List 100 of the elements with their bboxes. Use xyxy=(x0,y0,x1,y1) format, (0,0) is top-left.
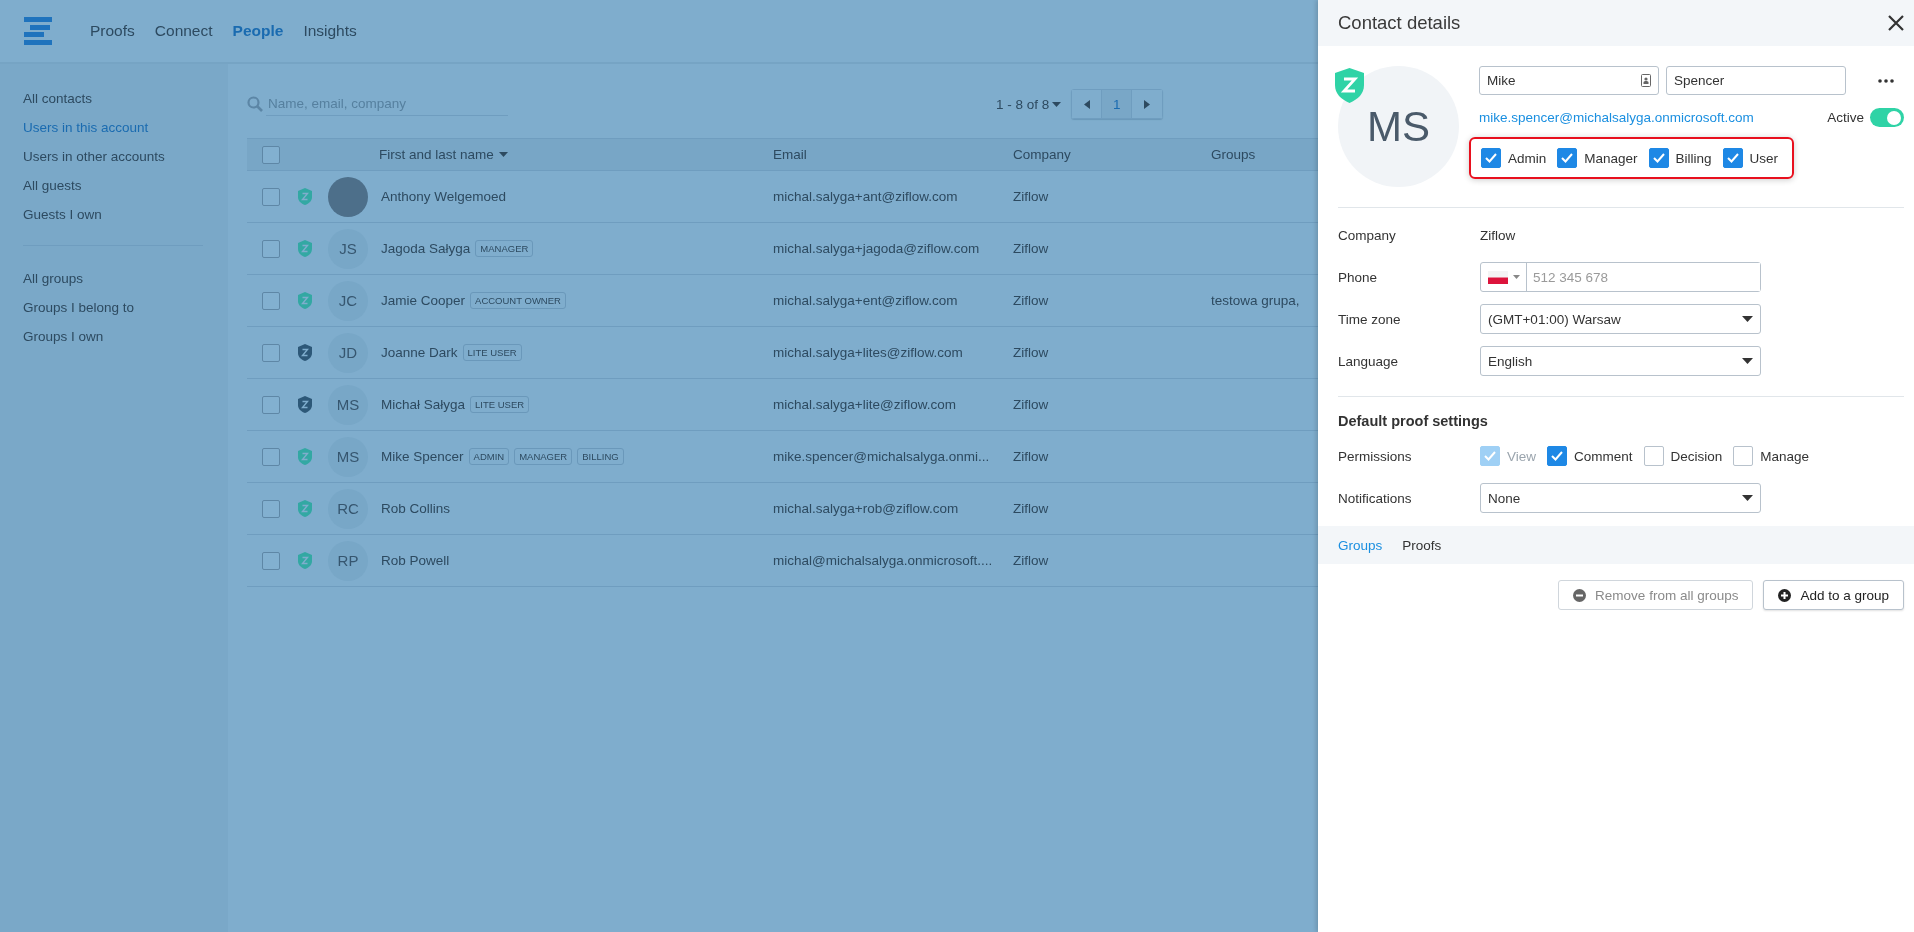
previous-page-button[interactable] xyxy=(1072,90,1103,118)
check-icon xyxy=(1726,153,1739,163)
checkbox[interactable] xyxy=(262,343,280,362)
table-cell-text: michal.salyga+ent@ziflow.com xyxy=(773,293,959,308)
caret-icon xyxy=(1742,495,1753,501)
sidebar-item[interactable]: All contacts xyxy=(23,84,205,113)
table-cell-text: michal@michalsalyga.onmicrosoft.... xyxy=(773,553,994,568)
caret-icon xyxy=(498,152,508,157)
contact-card-icon xyxy=(1641,74,1651,87)
check-icon xyxy=(1551,451,1564,461)
minus-circle-icon xyxy=(1573,588,1587,602)
table-cell-text: Ziflow xyxy=(1013,449,1050,464)
checkbox[interactable] xyxy=(1557,148,1578,168)
column-header[interactable]: Email xyxy=(773,147,1013,162)
checkbox[interactable] xyxy=(1643,446,1664,466)
more-icon[interactable] xyxy=(1878,78,1894,83)
checkbox[interactable] xyxy=(262,447,280,466)
table-cell-text: Ziflow xyxy=(1013,553,1050,568)
plus-circle-icon xyxy=(1778,588,1792,602)
table-cell: Jagoda Sałyga xyxy=(381,241,471,256)
section-title: Default proof settings xyxy=(1338,413,1489,429)
checkbox[interactable] xyxy=(262,187,280,206)
sidebar-item[interactable]: Users in other accounts xyxy=(23,142,205,171)
nav-link[interactable]: Connect xyxy=(154,22,213,40)
checkbox[interactable] xyxy=(262,145,280,164)
field-value: Ziflow xyxy=(1480,227,1517,243)
group-button[interactable]: Add to a group xyxy=(1763,580,1904,610)
close-icon[interactable] xyxy=(1888,15,1904,31)
right-triangle-icon xyxy=(1144,99,1151,109)
column-header[interactable]: Company xyxy=(1013,147,1211,162)
table-cell-text: michal.salyga+ant@ziflow.com xyxy=(773,189,959,204)
page-button[interactable]: 1 xyxy=(1102,90,1133,118)
table-cell-text: Ziflow xyxy=(1013,397,1050,412)
checkbox[interactable] xyxy=(262,499,280,518)
next-page-button[interactable] xyxy=(1132,90,1163,118)
table-cell-text: michal.salyga+jagoda@ziflow.com xyxy=(773,241,981,256)
last-name-field[interactable]: Spencer xyxy=(1666,66,1846,95)
role-badge: BILLING xyxy=(577,448,624,465)
checkbox[interactable] xyxy=(1481,148,1501,168)
table-cell-text: Ziflow xyxy=(1013,345,1050,360)
checkbox[interactable] xyxy=(262,239,280,258)
active-label: Active xyxy=(1827,110,1864,125)
logo-icon[interactable] xyxy=(22,16,52,46)
phone-field[interactable]: 512 345 678 xyxy=(1480,262,1761,292)
field-label: Phone xyxy=(1338,269,1379,285)
flag-icon xyxy=(1488,270,1508,284)
role-badge: MANAGER xyxy=(514,448,573,465)
table-cell: Joanne Dark xyxy=(381,345,458,360)
checkbox-label: Billing xyxy=(1675,150,1712,166)
table-cell-text: testowa grupa, xyxy=(1211,293,1301,308)
page-range-dropdown[interactable]: 1 - 8 of 8 xyxy=(996,96,1062,112)
dropdown[interactable]: None xyxy=(1480,483,1761,513)
dropdown[interactable]: English xyxy=(1480,346,1761,376)
role-badge: MANAGER xyxy=(475,240,534,257)
avatar-photo-placeholder xyxy=(328,176,368,217)
checkbox-label: View xyxy=(1507,448,1537,464)
column-header[interactable]: Groups xyxy=(1211,147,1318,162)
checkbox[interactable] xyxy=(262,291,280,310)
active-toggle[interactable] xyxy=(1870,108,1904,127)
tab[interactable]: Proofs xyxy=(1402,537,1442,553)
checkbox[interactable] xyxy=(262,395,280,414)
check-icon xyxy=(1484,451,1496,461)
checkbox[interactable] xyxy=(262,551,280,570)
nav-link[interactable]: Proofs xyxy=(90,22,135,40)
sidebar-item[interactable]: All guests xyxy=(23,171,205,200)
checkbox-label: Manager xyxy=(1584,150,1638,166)
sidebar-item[interactable]: Groups I belong to xyxy=(23,293,205,322)
checkbox[interactable] xyxy=(1722,148,1743,168)
nav-link[interactable]: Insights xyxy=(303,22,357,40)
sidebar-item[interactable]: All groups xyxy=(23,264,205,293)
table-cell-text: mike.spencer@michalsalyga.onmi... xyxy=(773,449,991,464)
table-cell: Jamie Cooper xyxy=(381,293,466,308)
field-label: Permissions xyxy=(1338,448,1413,464)
checkbox[interactable] xyxy=(1733,446,1754,466)
first-name-field[interactable]: Mike xyxy=(1479,66,1659,95)
tab[interactable]: Groups xyxy=(1338,537,1383,553)
table-cell-text: michal.salyga+rob@ziflow.com xyxy=(773,501,960,516)
nav-link[interactable]: People xyxy=(232,22,284,40)
checkbox-label: Comment xyxy=(1574,448,1633,464)
checkbox[interactable] xyxy=(1648,148,1669,168)
table-cell-text: Ziflow xyxy=(1013,241,1050,256)
caret-icon xyxy=(1742,358,1753,364)
check-icon xyxy=(1652,153,1665,163)
avatar: JD xyxy=(328,332,368,373)
checkbox[interactable] xyxy=(1547,446,1568,466)
avatar: RC xyxy=(328,488,368,529)
sidebar-item[interactable]: Guests I own xyxy=(23,200,205,229)
role-badge: LITE USER xyxy=(462,344,522,361)
table-cell-text: Ziflow xyxy=(1013,293,1050,308)
email-link[interactable]: mike.spencer@michalsalyga.onmicrosoft.com xyxy=(1479,110,1754,125)
avatar: RP xyxy=(328,540,368,581)
dropdown[interactable]: (GMT+01:00) Warsaw xyxy=(1480,304,1761,334)
caret-icon xyxy=(1742,316,1753,322)
avatar: MS xyxy=(328,436,368,477)
sidebar-item[interactable]: Groups I own xyxy=(23,322,205,351)
sidebar-item[interactable]: Users in this account xyxy=(23,113,205,142)
field-label: Notifications xyxy=(1338,490,1413,506)
checkbox-label: Manage xyxy=(1760,448,1810,464)
column-header[interactable]: First and last name xyxy=(379,147,773,162)
table-cell: Rob Collins xyxy=(381,501,451,516)
